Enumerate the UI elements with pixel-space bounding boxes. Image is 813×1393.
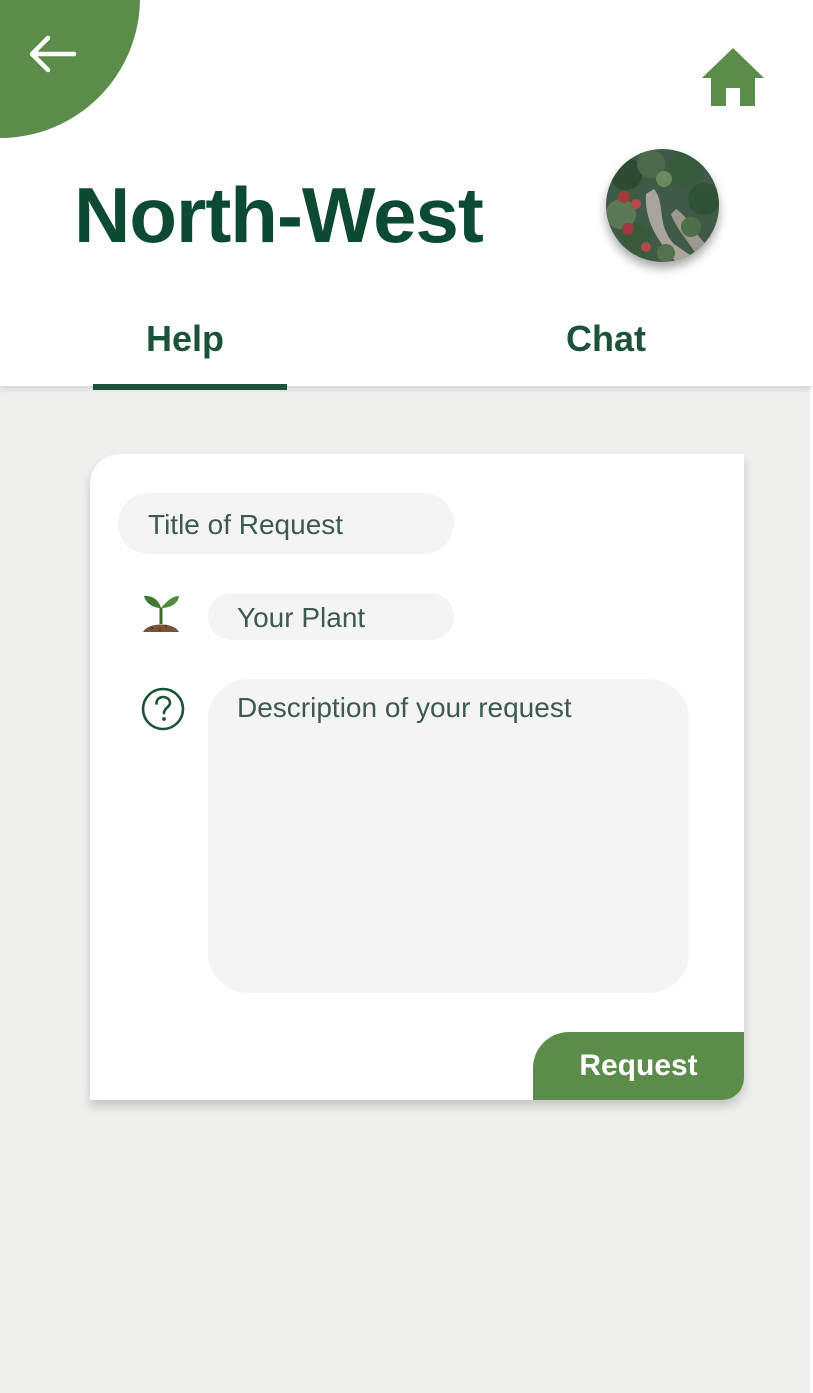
tab-chat[interactable]: Chat (566, 318, 646, 360)
request-form-card: Title of Request Your Plant Description … (90, 454, 744, 1100)
location-avatar[interactable] (606, 149, 719, 262)
header: North-West Help Chat (0, 0, 813, 386)
sprout-icon (140, 590, 182, 634)
back-button[interactable] (22, 30, 82, 78)
arrow-left-icon (29, 35, 77, 73)
request-title-input[interactable]: Title of Request (118, 493, 454, 554)
plant-input[interactable]: Your Plant (208, 593, 454, 640)
garden-photo (606, 149, 719, 262)
home-button[interactable] (700, 46, 766, 108)
active-tab-indicator (93, 384, 287, 390)
help-request-screen: North-West Help Chat Title of Request Yo… (0, 0, 813, 1393)
request-button[interactable]: Request (533, 1032, 744, 1100)
page-title: North-West (74, 171, 484, 259)
home-icon (702, 48, 764, 106)
question-circle-icon (140, 686, 186, 732)
tab-help[interactable]: Help (146, 318, 224, 360)
content-area: Title of Request Your Plant Description … (0, 386, 810, 1393)
description-textarea[interactable]: Description of your request (208, 679, 689, 993)
